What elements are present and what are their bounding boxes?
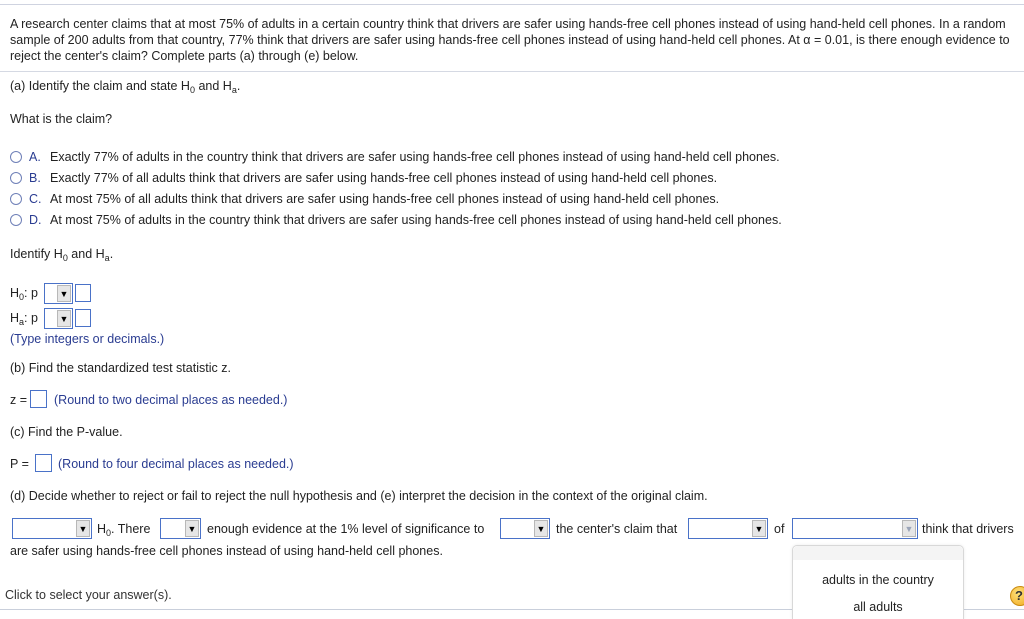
h0-value-input[interactable] (75, 284, 91, 302)
center-claim-text: the center's claim that (556, 522, 678, 536)
h0-there-text: H0. There (97, 522, 151, 538)
percentage-select[interactable]: ▼ (688, 518, 768, 539)
help-icon[interactable]: ? (1010, 586, 1024, 606)
dropdown-blank-option[interactable] (793, 546, 963, 560)
is-isnot-select[interactable]: ▼ (160, 518, 201, 539)
identify-heading: Identify H0 and Ha. (10, 247, 114, 263)
chevron-down-icon: ▼ (57, 285, 71, 302)
status-text: Click to select your answer(s). (5, 588, 172, 602)
radio-button-b[interactable] (10, 172, 22, 184)
ha-value-input[interactable] (75, 309, 91, 327)
dropdown-option-all-adults[interactable]: all adults (793, 600, 963, 614)
radio-button-a[interactable] (10, 151, 22, 163)
ha-operator-select[interactable]: ▼ (44, 308, 73, 329)
option-d[interactable]: D. At most 75% of adults in the country … (10, 211, 782, 229)
continuation-text: are safer using hands-free cell phones i… (10, 544, 443, 558)
option-text: At most 75% of all adults think that dri… (50, 192, 720, 206)
question-divider (0, 71, 1024, 72)
p-hint: (Round to four decimal places as needed.… (58, 457, 294, 471)
option-text: Exactly 77% of all adults think that dri… (50, 171, 718, 185)
p-value-input[interactable] (35, 454, 52, 472)
question-text: A research center claims that at most 75… (10, 17, 1010, 63)
option-text: Exactly 77% of adults in the country thi… (50, 150, 780, 164)
h0-operator-select[interactable]: ▼ (44, 283, 73, 304)
reject-support-select[interactable]: ▼ (500, 518, 550, 539)
enough-evidence-text: enough evidence at the 1% level of signi… (207, 522, 485, 536)
radio-button-d[interactable] (10, 214, 22, 226)
dropdown-option-adults-in-country[interactable]: adults in the country (793, 573, 963, 587)
p-label: P = (10, 457, 29, 471)
chevron-down-icon: ▼ (76, 520, 90, 537)
option-letter: D. (29, 213, 42, 227)
ha-label: Ha: p (10, 311, 38, 327)
option-b[interactable]: B. Exactly 77% of all adults think that … (10, 169, 717, 187)
claim-question: What is the claim? (10, 112, 113, 126)
part-b-heading: (b) Find the standardized test statistic… (10, 361, 231, 375)
option-text: At most 75% of adults in the country thi… (50, 213, 782, 227)
option-c[interactable]: C. At most 75% of all adults think that … (10, 190, 719, 208)
of-text: of (774, 522, 785, 536)
part-a-heading: (a) Identify the claim and state H0 and … (10, 79, 241, 95)
part-c-heading: (c) Find the P-value. (10, 425, 123, 439)
z-hint: (Round to two decimal places as needed.) (54, 393, 288, 407)
option-letter: C. (29, 192, 42, 206)
chevron-down-icon: ▼ (185, 520, 199, 537)
part-d-heading: (d) Decide whether to reject or fail to … (10, 489, 708, 503)
population-dropdown-menu: adults in the country all adults (792, 545, 964, 619)
h0-label: H0: p (10, 286, 38, 302)
chevron-down-icon: ▼ (752, 520, 766, 537)
chevron-down-icon: ▼ (902, 520, 916, 537)
z-input[interactable] (30, 390, 47, 408)
option-letter: B. (29, 171, 41, 185)
hypothesis-hint: (Type integers or decimals.) (10, 332, 165, 346)
option-letter: A. (29, 150, 41, 164)
top-divider (0, 4, 1024, 5)
decision-select[interactable]: ▼ (12, 518, 92, 539)
chevron-down-icon: ▼ (57, 310, 71, 327)
z-label: z = (10, 393, 28, 407)
think-drivers-text: think that drivers (922, 522, 1014, 536)
population-select[interactable]: ▼ (792, 518, 918, 539)
radio-button-c[interactable] (10, 193, 22, 205)
option-a[interactable]: A. Exactly 77% of adults in the country … (10, 148, 780, 166)
chevron-down-icon: ▼ (534, 520, 548, 537)
